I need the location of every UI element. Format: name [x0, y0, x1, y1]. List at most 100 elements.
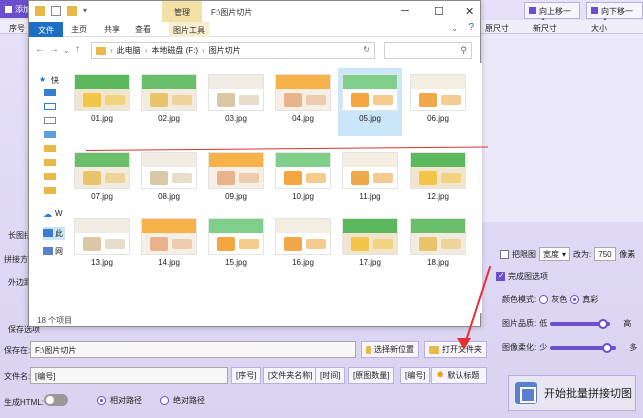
file-name[interactable]: 07.jpg: [67, 192, 137, 201]
start-batch-button[interactable]: 开始批量拼接切图: [508, 375, 636, 411]
tab-file[interactable]: 文件: [29, 22, 63, 37]
width-input[interactable]: 750: [594, 247, 617, 261]
manage-tab[interactable]: 管理: [162, 1, 202, 22]
file-name[interactable]: 05.jpg: [335, 114, 405, 123]
image-thumbnail[interactable]: [410, 74, 466, 111]
tab-home[interactable]: 主页: [71, 24, 87, 35]
image-thumbnail[interactable]: [342, 74, 398, 111]
tag-folder-name-button[interactable]: [文件夹名称]: [263, 367, 318, 384]
file-name[interactable]: 14.jpg: [134, 258, 204, 267]
file-name[interactable]: 09.jpg: [201, 192, 271, 201]
image-thumbnail[interactable]: [342, 218, 398, 255]
folder-icon[interactable]: [44, 145, 56, 152]
close-icon[interactable]: ✕: [465, 5, 474, 18]
folder-icon[interactable]: [44, 159, 56, 166]
choose-location-button[interactable]: 选择新位置: [361, 341, 419, 358]
file-name[interactable]: 08.jpg: [134, 192, 204, 201]
back-icon[interactable]: ←: [35, 44, 45, 55]
file-name[interactable]: 12.jpg: [403, 192, 473, 201]
search-input[interactable]: ⚲: [384, 42, 472, 59]
dimension-select[interactable]: 宽度 ▾: [539, 247, 571, 261]
image-thumbnail[interactable]: [141, 152, 197, 189]
image-thumbnail[interactable]: [141, 218, 197, 255]
image-thumbnail[interactable]: [342, 152, 398, 189]
soften-slider-knob[interactable]: [601, 342, 612, 353]
up-icon[interactable]: ↑: [75, 44, 80, 55]
image-thumbnail[interactable]: [208, 218, 264, 255]
file-name[interactable]: 06.jpg: [403, 114, 473, 123]
open-folder-button[interactable]: 打开文件夹: [424, 341, 487, 358]
image-thumbnail[interactable]: [74, 218, 130, 255]
file-name[interactable]: 17.jpg: [335, 258, 405, 267]
folder-icon[interactable]: [44, 173, 56, 180]
file-name[interactable]: 03.jpg: [201, 114, 271, 123]
tag-source-count-button[interactable]: [原图数量]: [348, 367, 395, 384]
forward-icon[interactable]: →: [49, 44, 59, 55]
file-name[interactable]: 01.jpg: [67, 114, 137, 123]
breadcrumb-this-pc[interactable]: 此电脑: [117, 45, 141, 56]
nav-quick-access[interactable]: 快: [51, 75, 59, 86]
recent-dropdown-icon[interactable]: ⌄: [63, 46, 70, 55]
image-thumbnail[interactable]: [410, 152, 466, 189]
image-thumbnail[interactable]: [74, 152, 130, 189]
filename-input[interactable]: [编号]: [30, 367, 228, 384]
document-icon[interactable]: [44, 117, 56, 124]
folder-icon[interactable]: [44, 187, 56, 194]
quick-access-dropdown-icon[interactable]: ▾: [83, 6, 87, 15]
gen-html-toggle[interactable]: [44, 394, 68, 406]
file-table-body[interactable]: [481, 34, 643, 222]
file-name[interactable]: 04.jpg: [268, 114, 338, 123]
file-name[interactable]: 18.jpg: [403, 258, 473, 267]
absolute-radio[interactable]: [160, 396, 169, 405]
download-icon[interactable]: [44, 103, 56, 110]
nav-onedrive[interactable]: W: [55, 209, 63, 218]
file-name[interactable]: 02.jpg: [134, 114, 204, 123]
file-name[interactable]: 15.jpg: [201, 258, 271, 267]
breadcrumb-folder[interactable]: 图片切片: [209, 45, 241, 56]
file-name[interactable]: 16.jpg: [268, 258, 338, 267]
tag-index-button[interactable]: [序号]: [231, 367, 262, 384]
absolute-path-option[interactable]: 绝对路径: [160, 395, 205, 406]
truecolor-radio[interactable]: [570, 295, 580, 304]
navigation-pane[interactable]: ★ 快 ☁ W 此 网: [29, 63, 75, 313]
breadcrumb-drive[interactable]: 本地磁盘 (F:): [151, 45, 198, 56]
help-icon[interactable]: ?: [468, 22, 474, 33]
tab-view[interactable]: 查看: [135, 24, 151, 35]
address-bar[interactable]: › 此电脑 › 本地磁盘 (F:) › 图片切片 ↻: [91, 42, 375, 59]
file-name[interactable]: 11.jpg: [335, 192, 405, 201]
image-thumbnail[interactable]: [208, 152, 264, 189]
ribbon-expand-icon[interactable]: ⌄: [451, 24, 458, 33]
image-thumbnail[interactable]: [141, 74, 197, 111]
move-down-button[interactable]: 向下移一个: [586, 2, 643, 27]
default-title-button[interactable]: ✸ 默认标题: [431, 367, 487, 384]
relative-radio[interactable]: [97, 396, 106, 405]
new-folder-icon[interactable]: [67, 6, 77, 16]
file-name[interactable]: 10.jpg: [268, 192, 338, 201]
image-thumbnail[interactable]: [74, 74, 130, 111]
quality-slider[interactable]: [550, 318, 611, 329]
gray-radio[interactable]: [539, 295, 549, 304]
image-thumbnail[interactable]: [275, 74, 331, 111]
properties-icon[interactable]: [51, 6, 61, 16]
save-path-input[interactable]: F:\图片切片: [30, 341, 356, 358]
soften-slider[interactable]: [550, 342, 617, 353]
refresh-icon[interactable]: ↻: [363, 45, 370, 54]
image-thumbnail[interactable]: [410, 218, 466, 255]
tab-share[interactable]: 共享: [104, 24, 120, 35]
tag-number-button[interactable]: [编号]: [400, 367, 431, 384]
move-up-button[interactable]: 向上移一个: [524, 2, 580, 27]
minimize-icon[interactable]: ─: [401, 5, 409, 17]
tag-time-button[interactable]: [时间]: [315, 367, 346, 384]
picture-icon[interactable]: [44, 131, 56, 138]
maximize-icon[interactable]: ☐: [434, 5, 444, 18]
image-thumbnail[interactable]: [275, 152, 331, 189]
nav-this-pc[interactable]: 此: [55, 228, 63, 239]
tab-picture-tools[interactable]: 图片工具: [169, 22, 209, 37]
desktop-icon[interactable]: [44, 89, 56, 96]
lock-checkbox[interactable]: [500, 249, 509, 259]
relative-path-option[interactable]: 相对路径: [97, 395, 142, 406]
file-name[interactable]: 13.jpg: [67, 258, 137, 267]
finish-options-checkbox[interactable]: [496, 271, 505, 281]
nav-network[interactable]: 网: [55, 246, 63, 257]
image-thumbnail[interactable]: [275, 218, 331, 255]
